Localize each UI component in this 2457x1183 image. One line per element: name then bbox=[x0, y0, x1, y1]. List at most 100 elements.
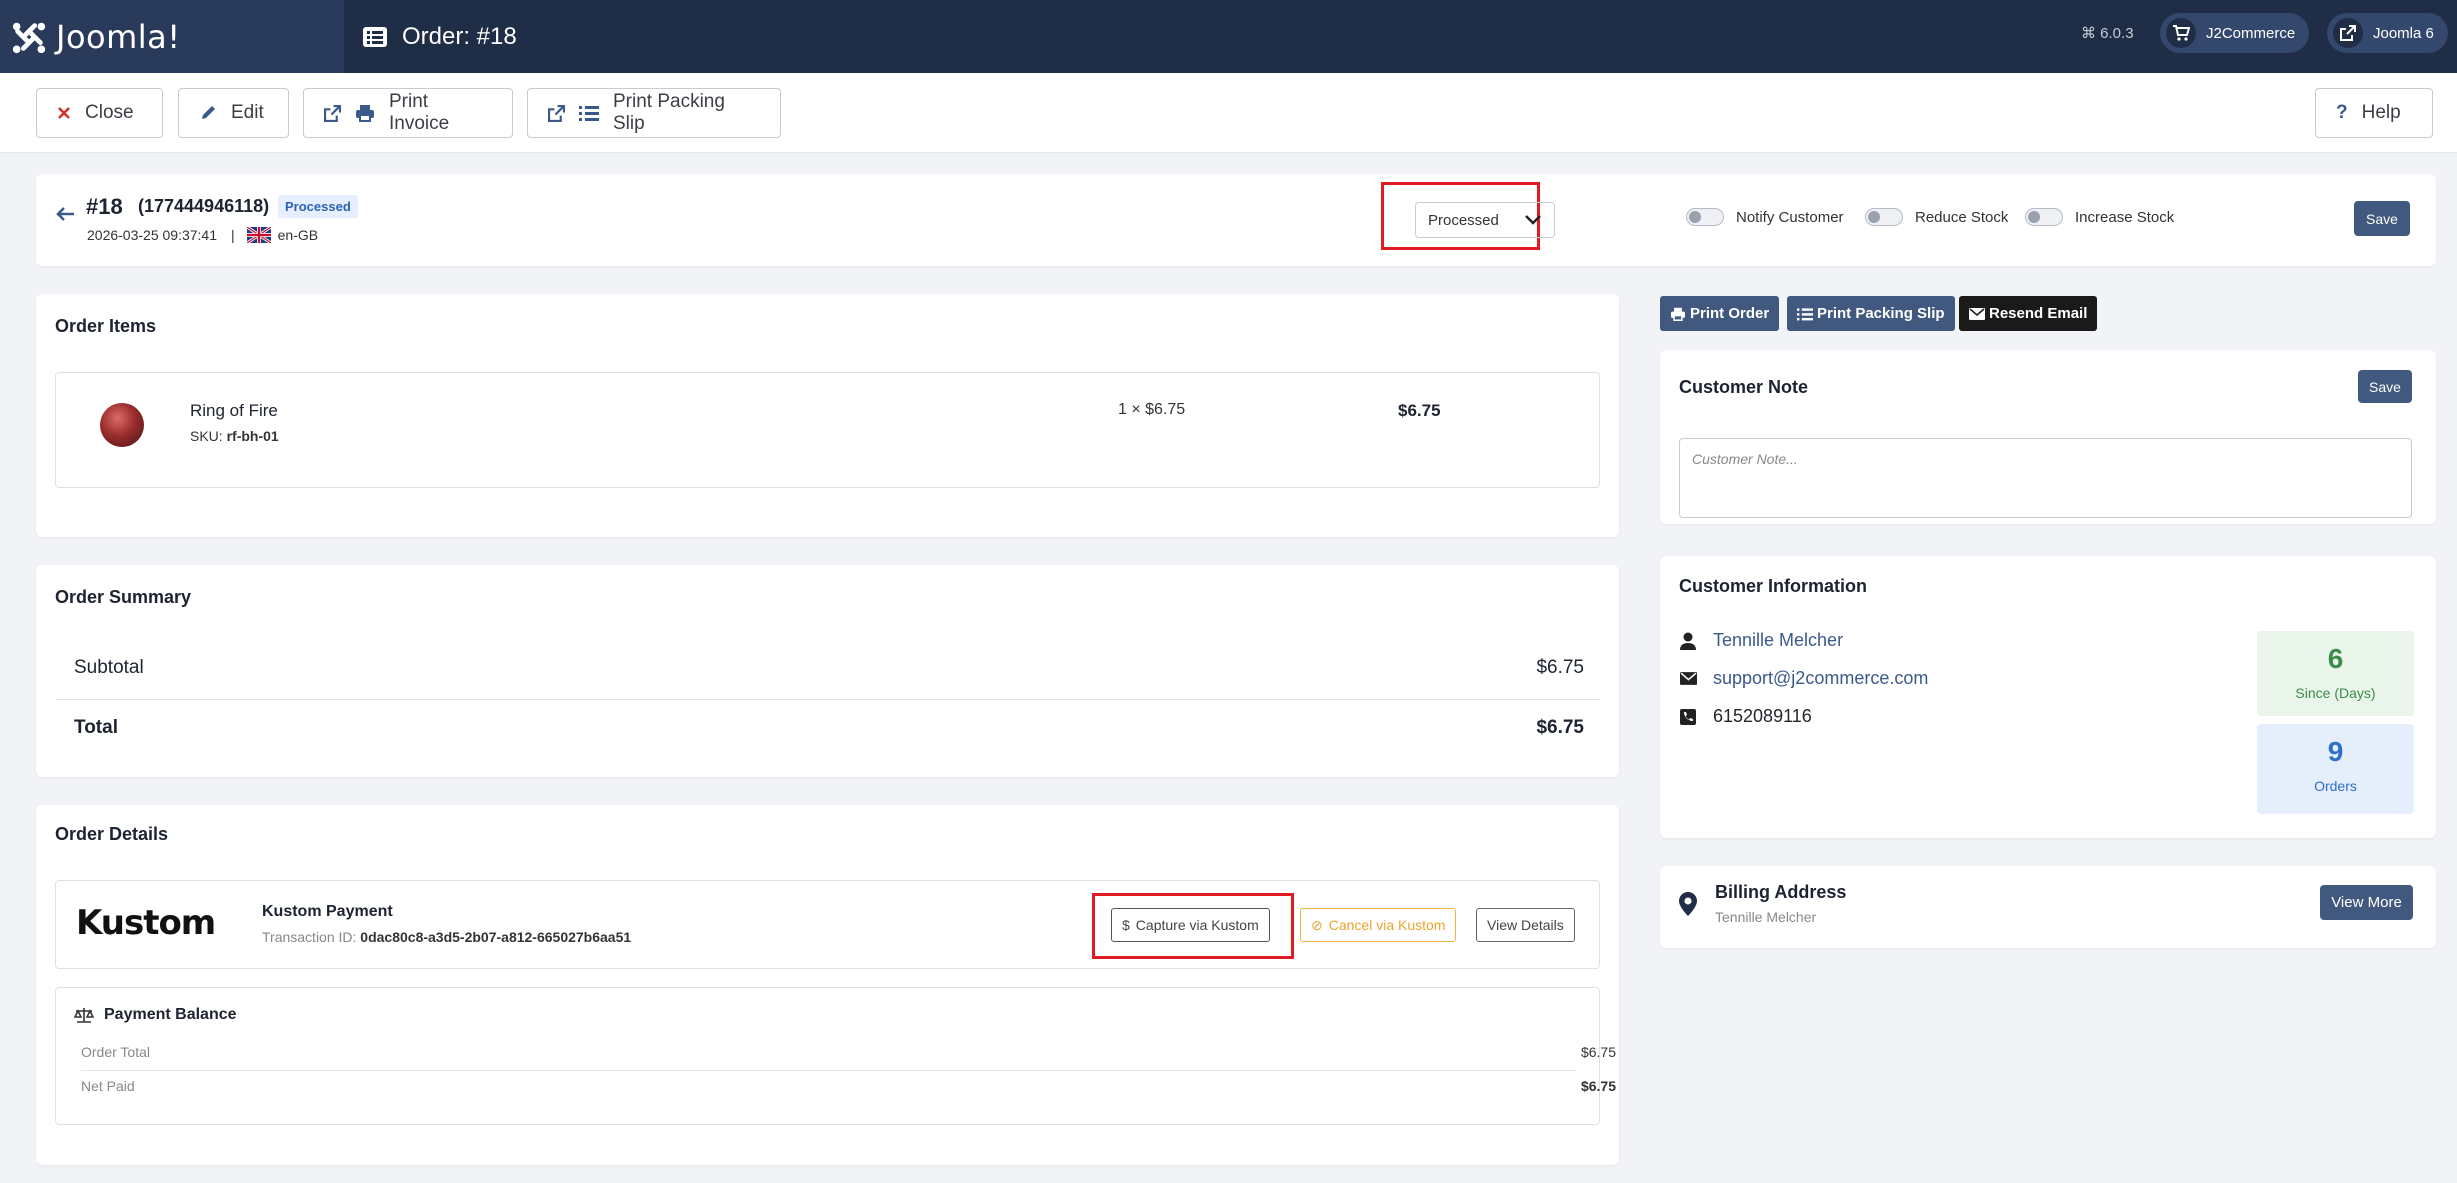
since-days-value: 6 bbox=[2327, 643, 2344, 674]
edit-button[interactable]: Edit bbox=[178, 88, 289, 138]
order-item-row: Ring of Fire SKU: rf-bh-01 1 × $6.75 $6.… bbox=[55, 372, 1600, 488]
reduce-stock-toggle[interactable]: Reduce Stock bbox=[1865, 208, 2008, 226]
save-status-button[interactable]: Save bbox=[2354, 201, 2410, 236]
orders-count-value: 9 bbox=[2327, 736, 2344, 767]
map-pin-icon bbox=[1679, 892, 1697, 916]
order-summary-card: Order Summary Subtotal $6.75 Total $6.75 bbox=[36, 565, 1619, 777]
joomla-site-label: Joomla 6 bbox=[2373, 24, 2434, 42]
order-status-select[interactable]: Processed bbox=[1415, 202, 1555, 238]
envelope-icon bbox=[1679, 672, 1697, 685]
customer-email-link[interactable]: support@j2commerce.com bbox=[1713, 668, 1928, 689]
increase-stock-toggle[interactable]: Increase Stock bbox=[2025, 208, 2174, 226]
customer-info-card: Customer Information Tennille Melcher su… bbox=[1660, 556, 2436, 838]
list-icon bbox=[363, 26, 387, 47]
close-button[interactable]: Close bbox=[36, 88, 163, 138]
billing-address-title: Billing Address bbox=[1715, 882, 1847, 902]
j2commerce-label: J2Commerce bbox=[2206, 24, 2296, 42]
order-summary-title: Order Summary bbox=[55, 587, 192, 607]
customer-name-link[interactable]: Tennille Melcher bbox=[1713, 630, 1843, 651]
product-line-total: $6.75 bbox=[1398, 401, 1441, 420]
payment-balance-box: Payment Balance Order Total $6.75 Net Pa… bbox=[55, 987, 1616, 1125]
order-date: 2026-03-25 09:37:41 bbox=[87, 227, 217, 243]
brand[interactable]: Joomla! bbox=[0, 0, 344, 73]
product-qty-price: 1 × $6.75 bbox=[1118, 401, 1186, 418]
payment-row: Kustom Kustom Payment Transaction ID: 0d… bbox=[55, 880, 1600, 969]
pencil-icon bbox=[199, 104, 217, 122]
status-badge: Processed bbox=[278, 195, 358, 218]
save-note-button[interactable]: Save bbox=[2358, 370, 2412, 403]
print-invoice-button[interactable]: Print Invoice bbox=[303, 88, 513, 138]
view-details-button[interactable]: View Details bbox=[1476, 908, 1575, 942]
capture-label: Capture via Kustom bbox=[1135, 917, 1259, 933]
order-header-card: #18 (177444946118) Processed 2026-03-25 … bbox=[36, 174, 2436, 266]
top-header: Joomla! Order: #18 ⌘ 6.0.3 J2Commerce Jo… bbox=[0, 0, 2457, 73]
orders-stat: 9 Orders bbox=[2257, 724, 2414, 814]
phone-icon bbox=[1679, 708, 1697, 725]
order-meta: 2026-03-25 09:37:41 | en-GB bbox=[87, 227, 318, 243]
external-link-icon bbox=[324, 104, 341, 122]
uk-flag-icon bbox=[246, 227, 271, 243]
sku-label: SKU: bbox=[190, 428, 223, 444]
customer-phone: 6152089116 bbox=[1713, 706, 1812, 726]
printer-icon bbox=[1671, 307, 1685, 321]
customer-note-card: Customer Note Save Customer Note... bbox=[1660, 350, 2436, 524]
scale-icon bbox=[74, 1008, 94, 1023]
customer-name-row: Tennille Melcher bbox=[1679, 630, 1843, 651]
product-name[interactable]: Ring of Fire bbox=[190, 401, 278, 421]
print-order-button[interactable]: Print Order bbox=[1660, 296, 1780, 331]
view-more-button[interactable]: View More bbox=[2320, 885, 2413, 920]
ban-icon: ⊘ bbox=[1311, 916, 1323, 933]
joomla-logo-icon bbox=[12, 22, 46, 53]
reduce-stock-label: Reduce Stock bbox=[1915, 208, 2009, 226]
subtotal-label: Subtotal bbox=[74, 657, 144, 678]
resend-email-button[interactable]: Resend Email bbox=[1959, 296, 2098, 331]
joomla-site-button[interactable]: Joomla 6 bbox=[2327, 13, 2448, 53]
toggle-switch[interactable] bbox=[2025, 208, 2063, 226]
print-packing-slip-action-button[interactable]: Print Packing Slip bbox=[1787, 296, 1955, 331]
external-link-icon bbox=[548, 104, 565, 122]
help-button[interactable]: ? Help bbox=[2315, 88, 2433, 138]
cancel-button[interactable]: ⊘ Cancel via Kustom bbox=[1300, 908, 1457, 942]
toggle-switch[interactable] bbox=[1686, 208, 1724, 226]
since-days-stat: 6 Since (Days) bbox=[2257, 631, 2414, 716]
subtotal-row: Subtotal $6.75 bbox=[74, 657, 1584, 679]
print-invoice-label: Print Invoice bbox=[389, 91, 450, 134]
net-paid-value: $6.75 bbox=[1580, 1078, 1616, 1094]
question-icon: ? bbox=[2336, 102, 2348, 123]
order-number: #18 bbox=[86, 194, 123, 219]
transaction-id: Transaction ID: 0dac80c8-a3d5-2b07-a812-… bbox=[262, 929, 631, 945]
envelope-icon bbox=[1969, 307, 1985, 320]
billing-name: Tennille Melcher bbox=[1715, 909, 1817, 925]
chevron-down-icon bbox=[1525, 215, 1541, 225]
increase-stock-label: Increase Stock bbox=[2075, 208, 2175, 226]
billing-address-card: Billing Address Tennille Melcher View Mo… bbox=[1660, 866, 2436, 948]
back-arrow-icon[interactable] bbox=[56, 206, 76, 222]
net-paid-row: Net Paid $6.75 bbox=[81, 1078, 1616, 1094]
print-packing-slip-button[interactable]: Print Packing Slip bbox=[527, 88, 781, 138]
j2commerce-button[interactable]: J2Commerce bbox=[2160, 13, 2310, 53]
dollar-icon: $ bbox=[1122, 917, 1130, 933]
divider bbox=[81, 1070, 1576, 1071]
print-packing-slip-label: Print Packing Slip bbox=[613, 91, 725, 134]
customer-note-title: Customer Note bbox=[1679, 377, 1809, 397]
notify-customer-toggle[interactable]: Notify Customer bbox=[1686, 208, 1844, 226]
divider bbox=[55, 699, 1600, 700]
product-sku: SKU: rf-bh-01 bbox=[190, 428, 279, 444]
customer-info-title: Customer Information bbox=[1679, 576, 1868, 596]
tx-label: Transaction ID: bbox=[262, 929, 357, 945]
customer-note-input[interactable]: Customer Note... bbox=[1679, 438, 2412, 518]
list-icon bbox=[579, 105, 599, 121]
resend-email-label: Resend Email bbox=[1989, 305, 2088, 322]
payment-balance-title: Payment Balance bbox=[74, 1006, 237, 1024]
external-link-icon bbox=[2333, 18, 2363, 48]
order-details-card: Order Details Kustom Kustom Payment Tran… bbox=[36, 805, 1619, 1165]
capture-button[interactable]: $ Capture via Kustom bbox=[1111, 908, 1270, 942]
order-language: en-GB bbox=[277, 227, 319, 243]
toggle-switch[interactable] bbox=[1865, 208, 1903, 226]
orders-count-label: Orders bbox=[2314, 778, 2357, 794]
tx-value: 0dac80c8-a3d5-2b07-a812-665027b6aa51 bbox=[360, 929, 632, 945]
status-select-value: Processed bbox=[1428, 211, 1499, 229]
order-reference: (177444946118) bbox=[138, 196, 270, 216]
subtotal-value: $6.75 bbox=[1536, 657, 1584, 678]
cart-icon bbox=[2166, 18, 2196, 48]
